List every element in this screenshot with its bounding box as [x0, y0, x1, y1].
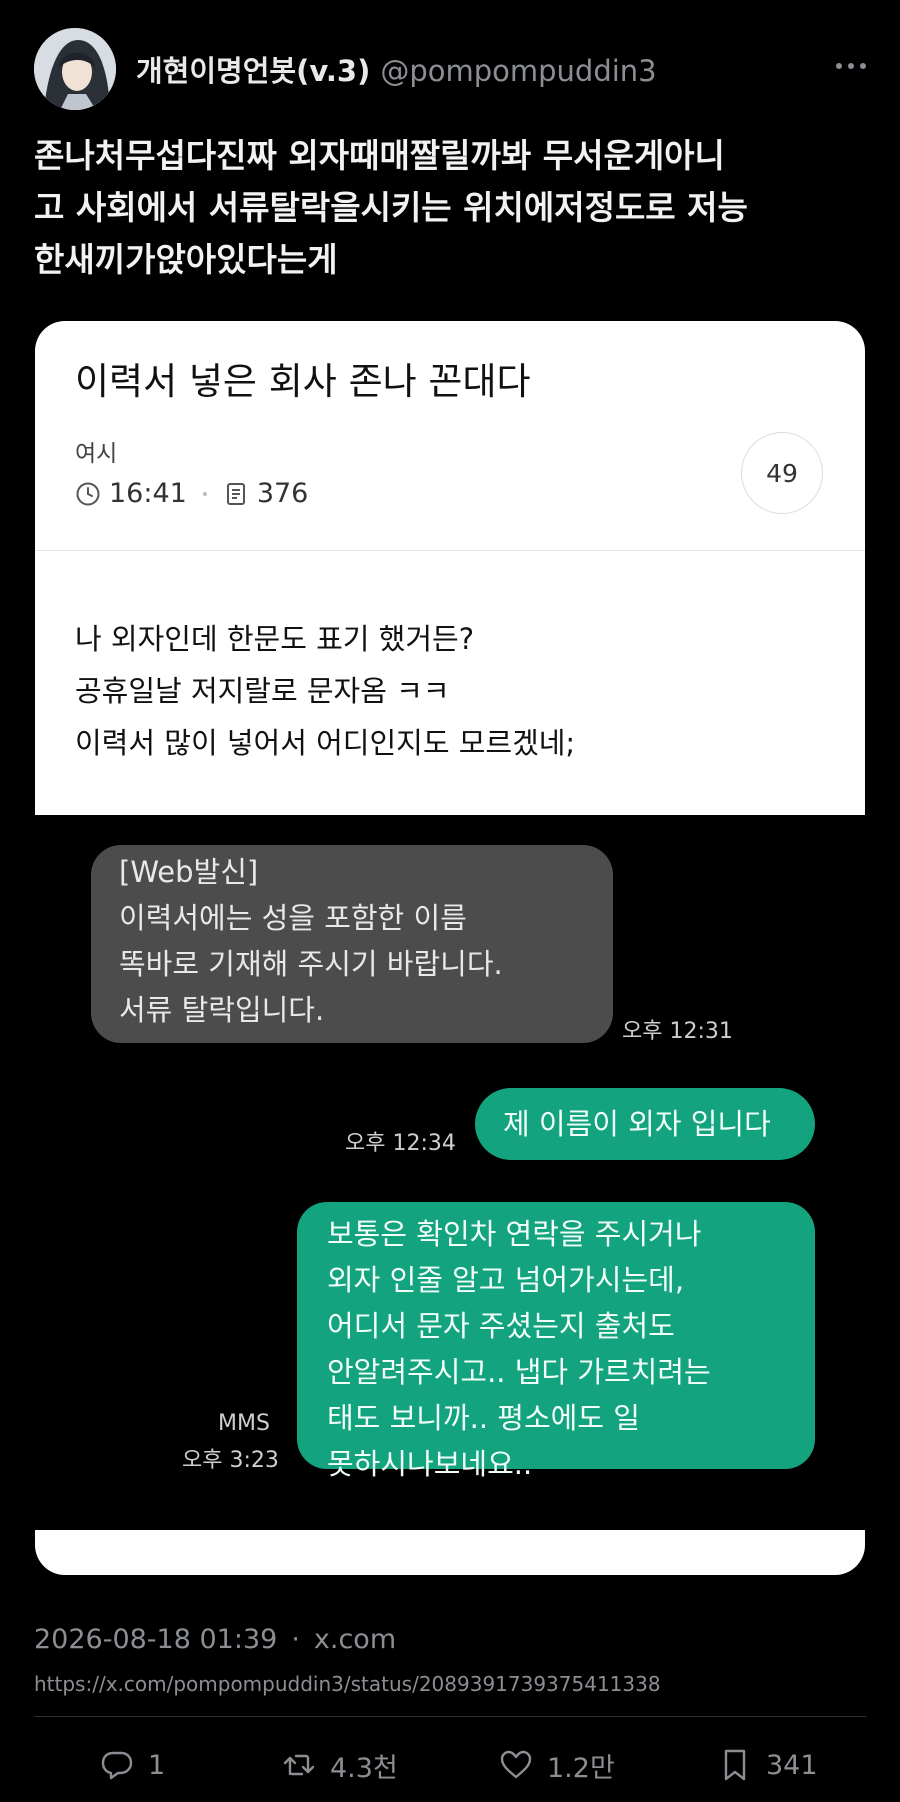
meta-separator	[202, 491, 207, 496]
attached-image[interactable]: 이력서 넣은 회사 존나 꼰대다 여시 16:41 376 49 나 외자인데 …	[35, 321, 865, 1575]
bookmark-count: 341	[766, 1749, 818, 1781]
mms-label: MMS	[218, 1411, 270, 1436]
more-icon[interactable]	[836, 56, 866, 76]
tweet-text: 존나처무섭다진짜 외자때매짤릴까봐 무서운게아니 고 사회에서 서류탈락을시키는…	[34, 136, 748, 279]
sms-screenshot: [Web발신] 이력서에는 성을 포함한 이름 똑바로 기재해 주시기 바랍니다…	[35, 815, 865, 1530]
post-time: 16:41	[109, 478, 187, 509]
outgoing-message: 보통은 확인차 연락을 주시거나 외자 인줄 알고 넘어가시는데, 어디서 문자…	[297, 1202, 815, 1481]
timestamp-source: x.com	[313, 1624, 397, 1655]
post-views: 376	[256, 478, 309, 509]
footer-divider	[34, 1716, 866, 1717]
outgoing-message-time: 오후 12:34	[345, 1131, 456, 1156]
outgoing-message-time: 오후 3:23	[182, 1448, 279, 1473]
display-name[interactable]: 개현이명언봇(v.3)	[136, 48, 370, 90]
post-meta: 16:41 376	[75, 478, 308, 509]
timestamp-date[interactable]: 2026-08-18 01:39	[34, 1624, 277, 1655]
post-body: 나 외자인데 한문도 표기 했거든? 공휴일날 저지랄로 문자옴 ㅋㅋ 이력서 …	[75, 622, 576, 760]
document-icon	[226, 482, 245, 505]
reply-button[interactable]: 1	[100, 1735, 165, 1795]
tweet-url[interactable]: https://x.com/pompompuddin3/status/20893…	[34, 1672, 661, 1696]
retweet-button[interactable]: 4.3천	[282, 1735, 398, 1795]
like-button[interactable]: 1.2만	[499, 1735, 615, 1795]
bookmark-icon	[724, 1749, 746, 1781]
action-bar: 1 4.3천 1.2만 341	[34, 1735, 866, 1795]
incoming-message-time: 오후 12:31	[622, 1019, 733, 1044]
tweet-header: 개현이명언봇(v.3) @pompompuddin3	[34, 26, 866, 112]
incoming-message: [Web발신] 이력서에는 성을 포함한 이름 똑바로 기재해 주시기 바랍니다…	[91, 845, 613, 1043]
like-count: 1.2만	[547, 1752, 615, 1784]
timestamp-separator: ·	[291, 1624, 300, 1655]
retweet-count: 4.3천	[330, 1752, 398, 1784]
author-info: 개현이명언봇(v.3) @pompompuddin3	[136, 48, 657, 90]
retweet-icon	[283, 1754, 315, 1776]
heart-icon	[500, 1750, 532, 1779]
avatar[interactable]	[34, 28, 116, 110]
post-author: 여시	[75, 441, 118, 467]
reply-count: 1	[148, 1749, 166, 1781]
reply-icon	[101, 1751, 133, 1780]
bookmark-button[interactable]: 341	[718, 1735, 818, 1795]
post-title: 이력서 넣은 회사 존나 꼰대다	[75, 360, 531, 403]
outgoing-message: 제 이름이 외자 입니다	[475, 1088, 815, 1160]
card-divider	[35, 550, 865, 551]
clock-icon	[76, 482, 100, 505]
handle[interactable]: @pompompuddin3	[380, 54, 656, 88]
comment-count-badge: 49	[741, 432, 823, 514]
tweet-timestamp: 2026-08-18 01:39 · x.com	[34, 1624, 396, 1655]
